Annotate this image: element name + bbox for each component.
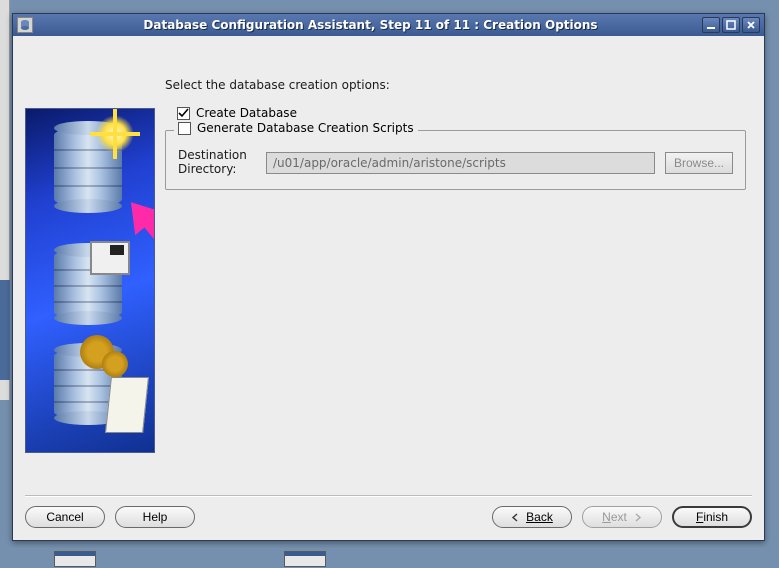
taskbar — [0, 548, 779, 568]
wizard-button-row: Cancel Help Back Next Finish — [25, 506, 752, 532]
content-panel: Select the database creation options: Cr… — [165, 46, 752, 190]
footer: Cancel Help Back Next Finish — [25, 489, 752, 532]
create-database-label: Create Database — [196, 106, 297, 120]
floppy-icon — [90, 241, 130, 275]
arrow-icon — [117, 191, 155, 236]
back-button[interactable]: Back — [492, 506, 572, 528]
chevron-left-icon — [511, 513, 520, 522]
next-label: Next — [602, 510, 627, 524]
divider — [25, 495, 752, 496]
generate-scripts-label: Generate Database Creation Scripts — [197, 121, 414, 135]
next-button: Next — [582, 506, 662, 528]
script-icon — [105, 377, 149, 433]
titlebar[interactable]: Database Configuration Assistant, Step 1… — [13, 14, 764, 36]
chevron-right-icon — [633, 513, 642, 522]
generate-scripts-option[interactable]: Generate Database Creation Scripts — [174, 121, 418, 135]
create-database-checkbox[interactable] — [177, 107, 190, 120]
main-window: Database Configuration Assistant, Step 1… — [12, 13, 765, 541]
destination-label: Destination Directory: — [178, 149, 256, 177]
maximize-button[interactable] — [722, 17, 740, 33]
intro-text: Select the database creation options: — [165, 78, 752, 92]
close-button[interactable] — [742, 17, 760, 33]
background-window-hint2 — [0, 280, 10, 380]
cancel-button[interactable]: Cancel — [25, 506, 105, 528]
destination-directory-input — [266, 152, 655, 174]
generate-scripts-group: Generate Database Creation Scripts Desti… — [165, 130, 746, 190]
window-title: Database Configuration Assistant, Step 1… — [39, 18, 702, 32]
app-icon — [17, 17, 33, 33]
help-button[interactable]: Help — [115, 506, 195, 528]
taskbar-window-thumb[interactable] — [284, 551, 326, 567]
taskbar-window-thumb[interactable] — [54, 551, 96, 567]
finish-button[interactable]: Finish — [672, 506, 752, 528]
gear-icon — [102, 351, 128, 377]
window-controls — [702, 17, 760, 33]
wizard-illustration — [25, 108, 155, 453]
create-database-option[interactable]: Create Database — [177, 106, 752, 120]
browse-button: Browse... — [665, 152, 733, 174]
generate-scripts-checkbox[interactable] — [178, 122, 191, 135]
client-area: Select the database creation options: Cr… — [13, 36, 764, 540]
minimize-button[interactable] — [702, 17, 720, 33]
